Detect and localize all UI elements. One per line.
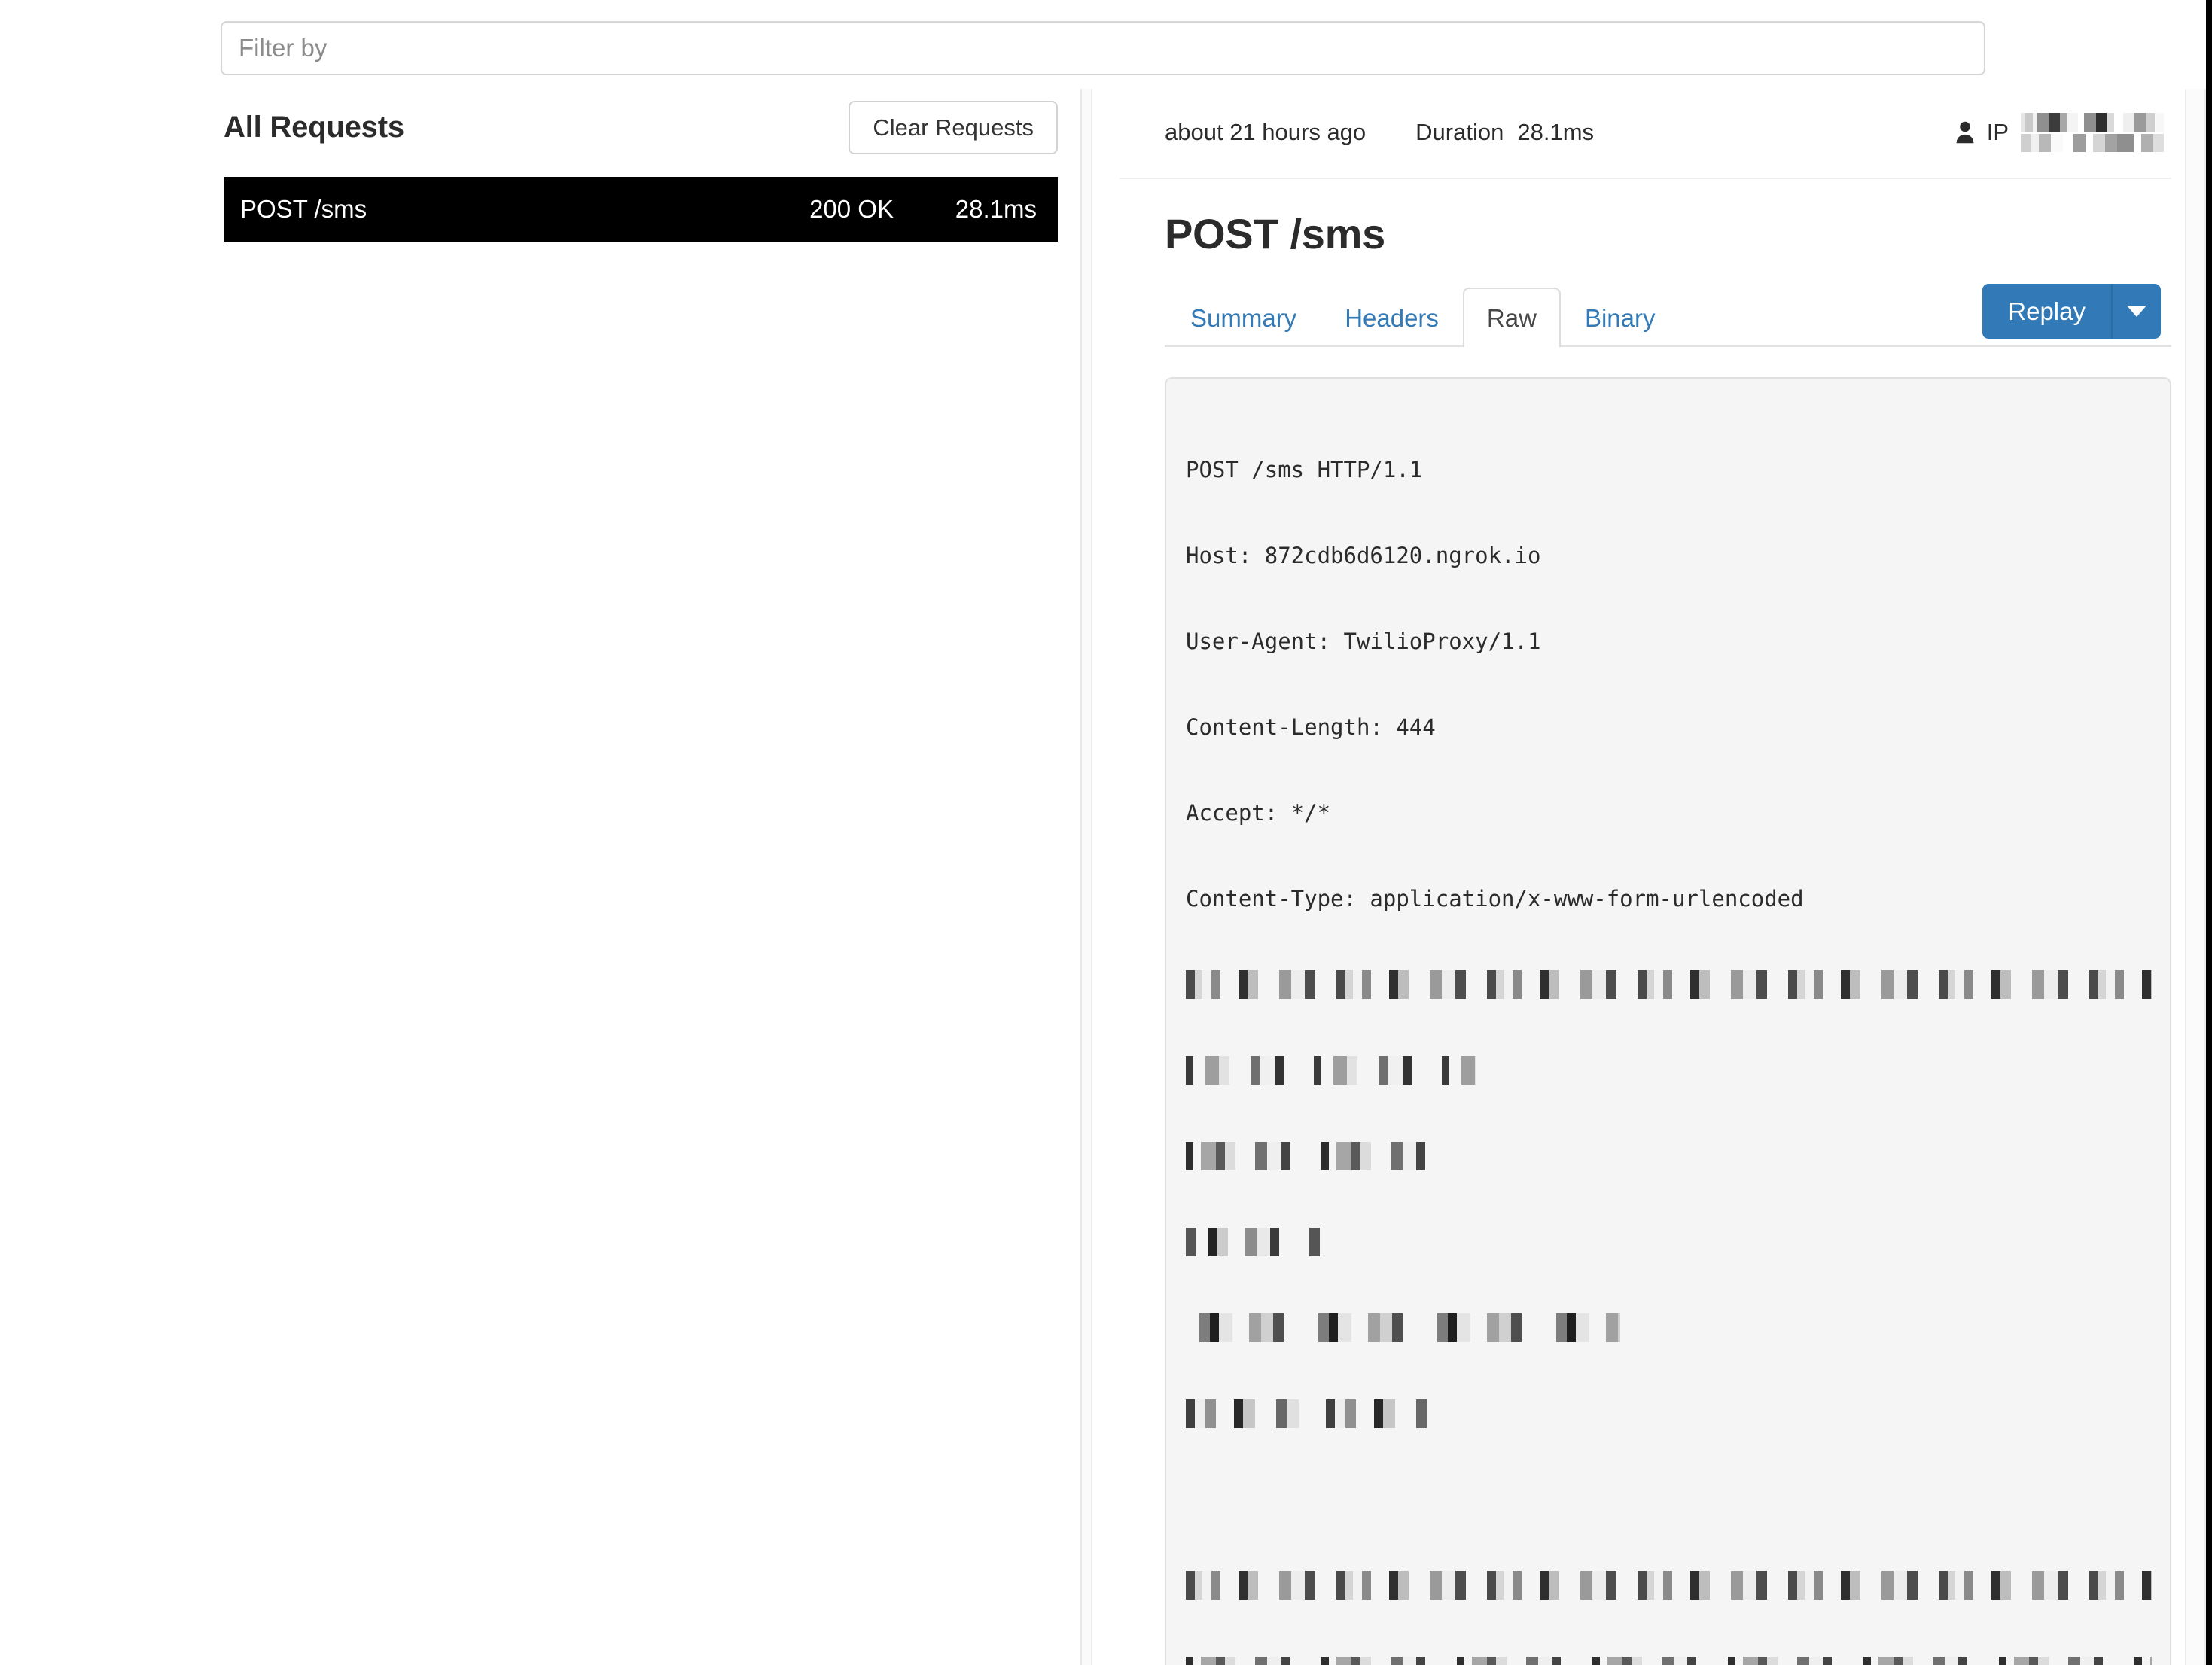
requests-pane-header: All Requests Clear Requests — [224, 89, 1058, 177]
redacted-line — [1186, 1142, 1427, 1170]
replay-button[interactable]: Replay — [1982, 283, 2111, 339]
redacted-line — [1186, 1657, 2152, 1665]
request-duration: 28.1ms — [955, 195, 1037, 223]
request-title: POST /sms — [1165, 210, 1385, 257]
tab-request-binary[interactable]: Binary — [1561, 288, 1680, 347]
detail-pane-inner: about 21 hours ago Duration 28.1ms IP PO… — [1120, 89, 2206, 1665]
pane-divider — [1082, 89, 1092, 1665]
clear-requests-button[interactable]: Clear Requests — [849, 101, 1058, 154]
app-page: All Requests Clear Requests POST /sms 20… — [0, 0, 2212, 1665]
chevron-down-icon — [2127, 305, 2146, 317]
code-line: Content-Type: application/x-www-form-url… — [1186, 886, 1804, 912]
relative-timestamp: about 21 hours ago — [1165, 119, 1367, 145]
request-list: POST /sms 200 OK 28.1ms — [224, 177, 1058, 242]
replay-button-group: Replay — [1982, 283, 2161, 339]
request-raw-body: POST /sms HTTP/1.1 Host: 872cdb6d6120.ng… — [1165, 377, 2171, 1665]
request-section: POST /sms Summary Headers Raw Binary Rep… — [1120, 179, 2171, 1665]
tab-request-summary[interactable]: Summary — [1166, 288, 1321, 347]
content-split: All Requests Clear Requests POST /sms 20… — [0, 75, 2206, 1665]
redacted-line — [1186, 1399, 1427, 1428]
viewport-edge — [2206, 0, 2212, 1665]
code-line: POST /sms HTTP/1.1 — [1186, 457, 1423, 482]
person-icon — [1956, 121, 1974, 144]
redacted-line — [1186, 1313, 1621, 1342]
request-tabs: Summary Headers Raw Binary Replay — [1165, 282, 2171, 347]
detail-pane: about 21 hours ago Duration 28.1ms IP PO… — [1092, 89, 2206, 1665]
request-list-item[interactable]: POST /sms 200 OK 28.1ms — [224, 177, 1058, 242]
ngrok-inspector-app: All Requests Clear Requests POST /sms 20… — [0, 0, 2206, 1665]
requests-pane: All Requests Clear Requests POST /sms 20… — [0, 89, 1082, 1665]
ip-label: IP — [1986, 119, 2009, 145]
ip-redaction-row-2 — [2021, 134, 2164, 152]
ip-value-redacted — [2021, 113, 2164, 152]
redacted-line — [1186, 970, 2152, 999]
redacted-line — [1186, 1056, 1476, 1085]
tab-request-headers[interactable]: Headers — [1321, 288, 1463, 347]
ip-redaction-row-1 — [2021, 113, 2164, 132]
code-line: Content-Length: 444 — [1186, 714, 1436, 740]
request-method-path: POST /sms — [240, 195, 367, 223]
redacted-line — [1186, 1571, 2152, 1600]
page-title: All Requests — [224, 111, 404, 144]
code-line: Accept: */* — [1186, 800, 1331, 826]
filter-bar — [0, 0, 2206, 75]
replay-dropdown-toggle[interactable] — [2111, 283, 2161, 339]
request-status: 200 OK — [809, 195, 894, 223]
duration-value: 28.1ms — [1517, 119, 1595, 145]
code-line: Host: 872cdb6d6120.ngrok.io — [1186, 543, 1541, 568]
tab-request-raw[interactable]: Raw — [1462, 288, 1561, 347]
filter-input[interactable] — [221, 21, 1985, 75]
duration-label: Duration — [1415, 119, 1504, 145]
request-meta-row: about 21 hours ago Duration 28.1ms IP — [1120, 89, 2171, 179]
client-ip-group: IP — [1955, 113, 2171, 152]
detail-scrollbar[interactable] — [2185, 89, 2206, 1665]
redacted-line — [1186, 1228, 1321, 1256]
code-line: User-Agent: TwilioProxy/1.1 — [1186, 629, 1541, 654]
